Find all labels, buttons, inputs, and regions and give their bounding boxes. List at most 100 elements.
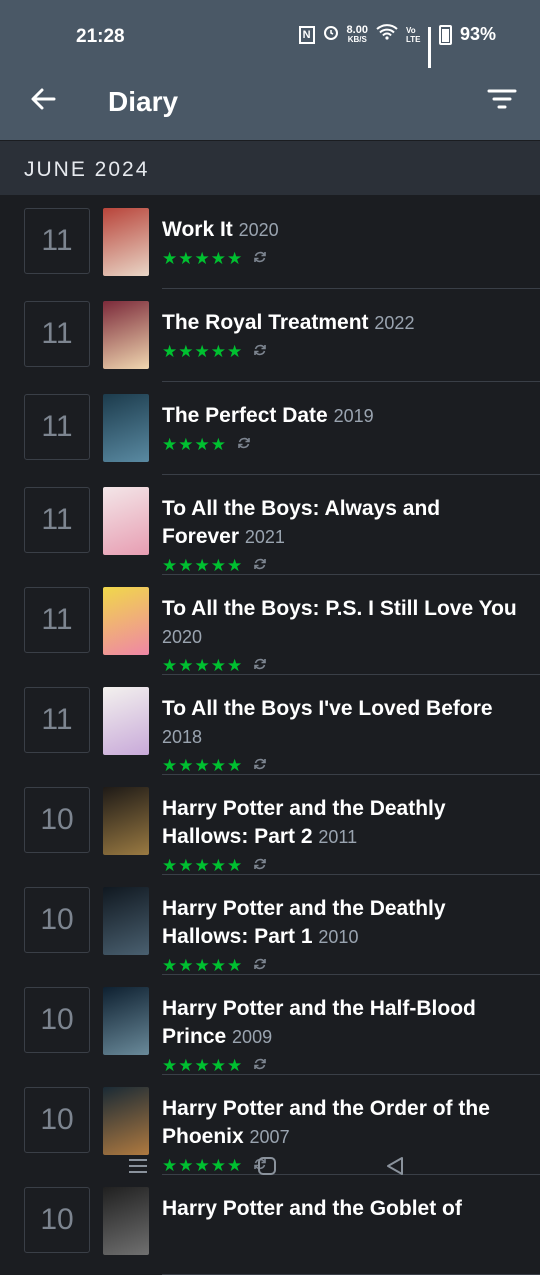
back-triangle-icon[interactable] (385, 1156, 405, 1181)
entry-meta: ★★★★★ (162, 1057, 522, 1075)
status-icons: N 8.00 KB/S Vo LTE 93% (298, 23, 496, 68)
movie-title: Harry Potter and the Deathly Hallows: Pa… (162, 797, 446, 848)
entry-info: To All the Boys I've Loved Before 2018 ★★… (162, 695, 522, 775)
diary-entry[interactable]: 11 To All the Boys I've Loved Before 2018… (0, 675, 540, 775)
volte-icon: Vo LTE (405, 25, 421, 44)
month-label: JUNE 2024 (24, 158, 150, 181)
diary-entry[interactable]: 11 To All the Boys: P.S. I Still Love You… (0, 575, 540, 675)
rewatch-icon (253, 557, 267, 576)
movie-title-line: Harry Potter and the Order of the Phoeni… (162, 1095, 522, 1151)
movie-title: To All the Boys I've Loved Before (162, 697, 493, 720)
movie-poster[interactable] (103, 987, 149, 1055)
release-year: 2020 (162, 627, 203, 647)
movie-title-line: Harry Potter and the Half-Blood Prince 2… (162, 995, 522, 1051)
release-year: 2009 (232, 1027, 273, 1047)
star-rating: ★★★★★ (162, 756, 244, 775)
rewatch-icon (237, 436, 251, 455)
diary-entry[interactable]: 11 To All the Boys: Always and Forever 20… (0, 475, 540, 575)
release-year: 2021 (244, 527, 285, 547)
movie-poster[interactable] (103, 887, 149, 955)
day-number: 11 (24, 301, 90, 367)
entry-meta: ★★★★★ (162, 757, 522, 775)
release-year: 2022 (374, 313, 415, 333)
movie-title: To All the Boys: P.S. I Still Love You (162, 597, 517, 620)
battery-level: 93% (459, 24, 496, 44)
day-number: 11 (24, 208, 90, 274)
entry-info: The Perfect Date 2019 ★★★★ (162, 402, 522, 454)
movie-poster[interactable] (103, 587, 149, 655)
day-number: 10 (24, 887, 90, 953)
movie-title: The Perfect Date (162, 404, 328, 427)
star-rating: ★★★★★ (162, 1156, 244, 1175)
battery-icon (438, 24, 452, 45)
entry-info: Work It 2020 ★★★★★ (162, 216, 522, 268)
entry-meta: ★★★★★ (162, 657, 522, 675)
diary-entry[interactable]: 10 Harry Potter and the Half-Blood Prince… (0, 975, 540, 1075)
rewatch-icon (253, 343, 267, 362)
home-square-icon[interactable] (257, 1156, 277, 1181)
speed-value: 8.00 (346, 23, 368, 36)
entry-meta: ★★★★★ (162, 857, 522, 875)
diary-entry[interactable]: 11 The Perfect Date 2019 ★★★★ (0, 382, 540, 475)
day-number: 10 (24, 1187, 90, 1253)
release-year: 2020 (238, 220, 279, 240)
rewatch-icon (253, 857, 267, 876)
entry-meta: ★★★★★ (162, 957, 522, 975)
movie-title: Harry Potter and the Half-Blood Prince (162, 997, 476, 1048)
day-number: 11 (24, 394, 90, 460)
diary-entry[interactable]: 10 Harry Potter and the Goblet of (0, 1175, 540, 1275)
movie-poster[interactable] (103, 487, 149, 555)
entry-info: Harry Potter and the Goblet of (162, 1195, 522, 1223)
entry-info: Harry Potter and the Order of the Phoeni… (162, 1095, 522, 1175)
movie-poster[interactable] (103, 394, 149, 462)
movie-poster[interactable] (103, 687, 149, 755)
star-rating: ★★★★★ (162, 342, 244, 361)
star-rating: ★★★★★ (162, 856, 244, 875)
star-rating: ★★★★ (162, 435, 227, 454)
movie-title-line: To All the Boys I've Loved Before 2018 (162, 695, 522, 751)
network-speed: 8.00 KB/S (346, 23, 368, 45)
star-rating: ★★★★★ (162, 956, 244, 975)
arrow-left-icon[interactable] (28, 84, 58, 114)
entry-info: To All the Boys: Always and Forever 2021… (162, 495, 522, 575)
movie-title: Harry Potter and the Order of the Phoeni… (162, 1097, 490, 1148)
diary-entry[interactable]: 10 Harry Potter and the Deathly Hallows: … (0, 875, 540, 975)
release-year: 2018 (162, 727, 203, 747)
header: 21:28 N 8.00 KB/S Vo LTE 93% Diary (0, 0, 540, 140)
entry-info: The Royal Treatment 2022 ★★★★★ (162, 309, 522, 361)
movie-poster[interactable] (103, 301, 149, 369)
movie-title: The Royal Treatment (162, 311, 369, 334)
page-title: Diary (108, 86, 179, 117)
rewatch-icon (253, 657, 267, 676)
entry-meta: ★★★★★ (162, 343, 522, 361)
wifi-icon (376, 24, 398, 45)
release-year: 2011 (318, 827, 358, 847)
filter-icon[interactable] (486, 84, 518, 114)
star-rating: ★★★★★ (162, 556, 244, 575)
entry-info: Harry Potter and the Half-Blood Prince 2… (162, 995, 522, 1075)
diary-entry[interactable]: 10 Harry Potter and the Deathly Hallows: … (0, 775, 540, 875)
entry-meta: ★★★★ (162, 436, 522, 454)
day-number: 10 (24, 1087, 90, 1153)
signal-icon (427, 26, 431, 68)
rewatch-icon (253, 1057, 267, 1076)
menu-icon[interactable] (128, 1156, 148, 1181)
status-time: 21:28 (76, 26, 125, 47)
diary-list: 11 Work It 2020 ★★★★★ 11 The Royal Treatment… (0, 196, 540, 1275)
day-number: 11 (24, 487, 90, 553)
day-number: 11 (24, 687, 90, 753)
entry-info: To All the Boys: P.S. I Still Love You 2… (162, 595, 522, 675)
movie-title-line: Harry Potter and the Deathly Hallows: Pa… (162, 795, 522, 851)
movie-poster[interactable] (103, 1187, 149, 1255)
movie-poster[interactable] (103, 787, 149, 855)
nfc-icon: N (298, 25, 315, 44)
movie-title-line: To All the Boys: P.S. I Still Love You 2… (162, 595, 522, 651)
movie-title: Harry Potter and the Goblet of (162, 1197, 462, 1220)
movie-title-line: The Perfect Date 2019 (162, 402, 522, 430)
movie-poster[interactable] (103, 1087, 149, 1155)
movie-title-line: To All the Boys: Always and Forever 2021 (162, 495, 522, 551)
movie-poster[interactable] (103, 208, 149, 276)
rewatch-icon (253, 957, 267, 976)
diary-entry[interactable]: 11 The Royal Treatment 2022 ★★★★★ (0, 289, 540, 382)
diary-entry[interactable]: 11 Work It 2020 ★★★★★ (0, 196, 540, 289)
